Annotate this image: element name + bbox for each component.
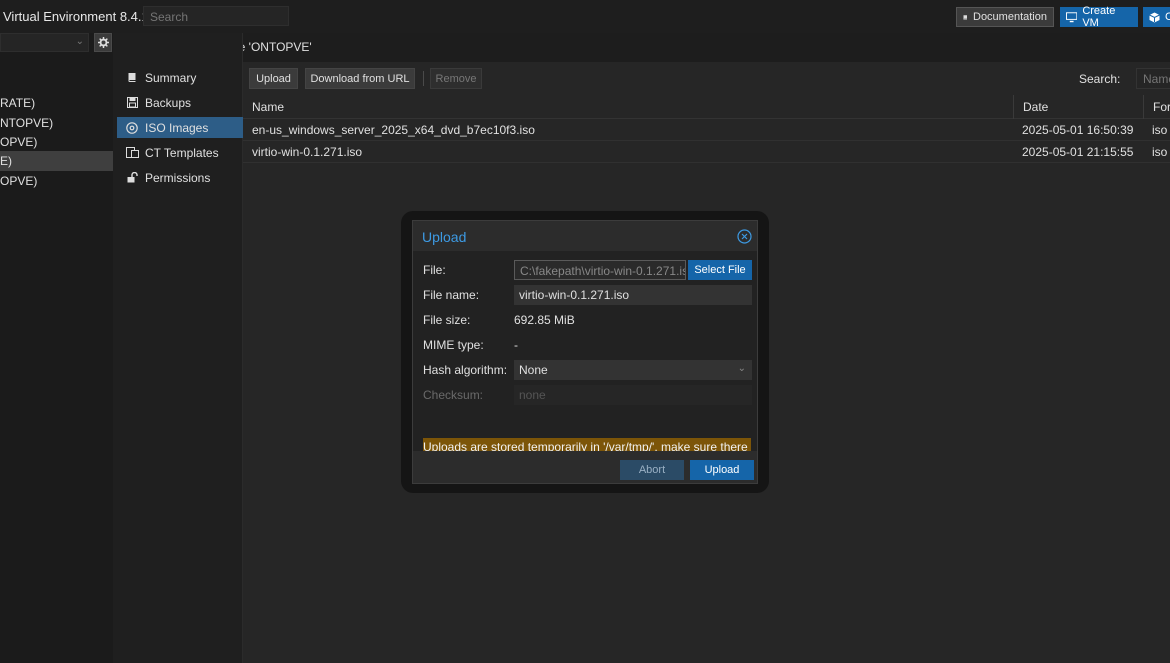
nav-item-permissions[interactable]: Permissions [117,167,243,188]
tree-item[interactable]: NTOPVE) [0,113,113,133]
upload-dialog: Upload File: C:\fakepath\virtio-win-0.1.… [412,220,758,484]
create-ct-button[interactable]: C [1143,7,1170,27]
file-name-row: File name: virtio-win-0.1.271.iso [423,285,752,305]
nav-item-label: Backups [145,95,192,110]
book-icon [963,14,967,20]
grid-header: Name Date For [243,95,1170,119]
cell-format: iso [1152,123,1168,137]
nav-item-iso-images[interactable]: ISO Images [117,117,243,138]
global-search[interactable] [143,6,289,26]
app-title: Virtual Environment 8.4.1 [3,9,149,24]
dialog-body: File: C:\fakepath\virtio-win-0.1.271.iso… [413,251,757,471]
create-vm-label: Create VM [1082,5,1116,29]
nav-item-summary[interactable]: Summary [117,67,243,88]
nav-item-backups[interactable]: Backups [117,92,243,113]
file-label: File: [423,263,446,277]
grid-search-input[interactable] [1141,71,1170,87]
file-name-field[interactable]: virtio-win-0.1.271.iso [514,285,752,305]
file-row: File: C:\fakepath\virtio-win-0.1.271.iso… [423,260,752,280]
tree-item[interactable]: OPVE) [0,171,113,191]
hash-algorithm-value: None [519,363,548,377]
hash-algorithm-select[interactable]: None ⌄ [514,360,752,380]
cell-name: virtio-win-0.1.271.iso [252,145,363,159]
checksum-label: Checksum: [423,388,484,402]
tree-settings-button[interactable] [94,33,112,52]
abort-button[interactable]: Abort [620,460,684,480]
nav-item-label: Summary [145,70,197,85]
unlock-icon [125,171,139,185]
storage-nav: Summary Backups ISO Images CT Templates … [113,33,243,663]
upload-button[interactable]: Upload [249,68,298,89]
mime-type-value: - [514,338,518,352]
cell-date: 2025-05-01 16:50:39 [1022,123,1134,137]
hash-algorithm-row: Hash algorithm: None ⌄ [423,360,752,380]
file-path-field[interactable]: C:\fakepath\virtio-win-0.1.271.iso [514,260,686,280]
column-header-date[interactable]: Date [1013,95,1143,119]
documentation-button[interactable]: Documentation [956,7,1054,27]
file-size-label: File size: [423,313,471,327]
tree-item-selected[interactable]: E) [0,151,113,171]
dialog-title: Upload [422,229,467,245]
nav-item-ct-templates[interactable]: CT Templates [117,142,243,163]
gear-icon [97,37,109,48]
tree-item[interactable]: RATE) [0,93,113,113]
nav-item-label: Permissions [145,170,211,185]
toolbar-divider [423,71,424,86]
grid-search[interactable] [1136,68,1170,89]
chevron-down-icon: ⌄ [737,363,746,374]
file-size-value: 692.85 MiB [514,313,575,327]
checksum-row: Checksum: none [423,385,752,405]
search-label: Search: [1079,72,1121,86]
file-size-row: File size: 692.85 MiB [423,310,751,330]
nav-item-label: CT Templates [145,145,219,160]
close-icon[interactable] [737,229,752,247]
tree-item[interactable]: OPVE) [0,132,113,152]
chevron-down-icon: ⌄ [75,36,84,47]
disc-icon [125,121,139,135]
checksum-field[interactable]: none [514,385,752,405]
download-from-url-button[interactable]: Download from URL [305,68,415,89]
hash-algorithm-label: Hash algorithm: [423,363,508,377]
column-header-format[interactable]: For [1143,95,1170,119]
floppy-icon [125,96,139,110]
mime-type-label: MIME type: [423,338,484,352]
resource-tree: ⌄ RATE) NTOPVE) OPVE) E) OPVE) [0,33,113,663]
documentation-label: Documentation [973,11,1047,23]
table-row[interactable]: virtio-win-0.1.271.iso 2025-05-01 21:15:… [243,141,1170,163]
cell-format: iso [1152,145,1168,159]
cell-name: en-us_windows_server_2025_x64_dvd_b7ec10… [252,123,535,137]
table-row[interactable]: en-us_windows_server_2025_x64_dvd_b7ec10… [243,119,1170,141]
create-ct-label: C [1165,11,1170,23]
remove-button[interactable]: Remove [430,68,482,89]
global-search-input[interactable] [148,9,282,25]
create-vm-button[interactable]: Create VM [1060,5,1138,29]
select-file-button[interactable]: Select File [688,260,752,280]
upload-confirm-button[interactable]: Upload [690,460,754,480]
top-header: Virtual Environment 8.4.1 Documentation … [0,0,1170,33]
dialog-footer: Abort Upload [413,451,757,483]
file-name-label: File name: [423,288,480,302]
cube-icon [1149,12,1160,22]
cell-date: 2025-05-01 21:15:55 [1022,145,1134,159]
nav-item-label: ISO Images [145,120,209,135]
view-selector[interactable]: ⌄ [0,33,89,52]
template-icon [125,146,139,160]
column-header-name[interactable]: Name [243,95,1013,119]
monitor-icon [1066,11,1078,22]
book-icon [125,71,139,85]
mime-type-row: MIME type: - [423,335,751,355]
